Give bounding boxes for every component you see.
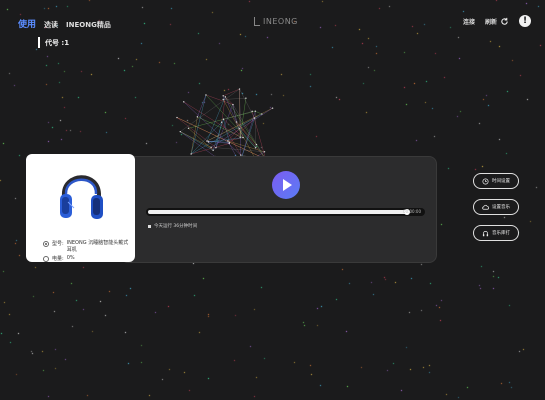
network-node [255,143,258,146]
progress-time: 00:00:00 [403,209,421,214]
network-node [253,117,256,119]
desc-bullet-icon [148,224,151,228]
network-link [180,131,212,148]
top-bar: 使用 选读 INEONG精品 INEONG 连接 刷新 ! [0,0,545,40]
network-node [251,110,253,113]
network-node [183,101,185,103]
time-settings-button[interactable]: 时间设置 [473,173,519,189]
network-link [180,131,216,157]
nav-item-boutique[interactable]: INEONG精品 [66,20,111,30]
network-link [205,94,234,105]
network-node [222,95,224,97]
product-battery-row: 电量: 0% [43,255,131,262]
progress-fill [148,210,407,214]
progress-bar[interactable]: 00:00:00 [146,208,425,216]
music-library-label: 音乐库打 [492,231,510,236]
network-node [220,121,223,123]
network-node [228,142,230,145]
network-node [222,118,225,120]
music-settings-button[interactable]: 设置音乐 [473,199,519,215]
network-node [254,147,257,149]
product-model-row: 型号: INEONG 沉睡脑智能头戴式耳机 [43,240,131,254]
brand-logo: INEONG [254,17,298,26]
network-node [263,151,266,153]
cloud-music-icon [482,204,489,210]
time-settings-label: 时间设置 [492,179,510,184]
network-node [239,136,241,139]
play-icon [282,179,292,191]
alert-button[interactable]: ! [519,15,531,27]
refresh-icon [501,17,508,25]
network-node [206,140,208,142]
network-link [229,117,255,144]
desc-text: 今天运行 36分钟时间 [154,224,198,229]
headset-icon [482,230,489,236]
logo-text: INEONG [263,17,298,26]
model-label: 型号: [52,241,64,247]
connect-link[interactable]: 连接 [463,17,475,26]
device-code: 代号 :1 [38,37,69,48]
music-library-button[interactable]: 音乐库打 [473,225,519,241]
model-value: INEONG 沉睡脑智能头戴式耳机 [66,240,129,253]
network-node [227,140,229,142]
network-node [235,121,238,123]
music-settings-label: 设置音乐 [492,205,510,210]
network-node [187,127,190,129]
headphone-image [60,175,103,219]
network-node [242,136,244,139]
network-node [261,113,263,115]
nav-item-use[interactable]: 使用 [18,17,36,30]
network-link [255,111,262,115]
clock-icon [482,177,489,185]
play-button[interactable] [272,171,300,199]
network-node [238,88,241,90]
network-node [179,130,181,133]
refresh-button[interactable]: 刷新 [485,17,509,26]
refresh-label: 刷新 [484,18,497,26]
network-node [207,141,210,143]
network-link [197,94,207,117]
side-buttons: 时间设置 设置音乐 音乐库打 [473,173,519,241]
network-node [205,94,207,96]
battery-icon [43,256,49,262]
network-node [232,103,234,106]
network-node [190,153,192,155]
network-node [224,96,227,98]
top-right-actions: 连接 刷新 ! [463,15,531,27]
network-node [245,97,247,99]
main-nav: 使用 选读 INEONG精品 [18,17,111,30]
network-link [239,88,255,119]
battery-label: 电量: [52,256,64,262]
device-code-bar [38,37,40,48]
network-node [196,116,199,118]
network-node [210,146,212,149]
network-node [222,98,224,101]
battery-value: 0% [66,255,75,261]
session-description: 今天运行 36分钟时间 [148,223,197,229]
network-node [215,146,217,149]
network-node [212,149,214,151]
nav-item-read[interactable]: 选读 [44,20,58,30]
network-node [176,116,178,119]
product-card: 型号: INEONG 沉睡脑智能头戴式耳机 电量: 0% [26,154,135,262]
network-link [215,104,234,148]
device-code-text: 代号 :1 [45,38,70,47]
model-icon [43,241,49,247]
network-node [271,107,274,109]
logo-mark-icon [254,17,260,26]
network-link [206,96,226,142]
network-node [254,110,256,112]
network-node [238,127,240,130]
